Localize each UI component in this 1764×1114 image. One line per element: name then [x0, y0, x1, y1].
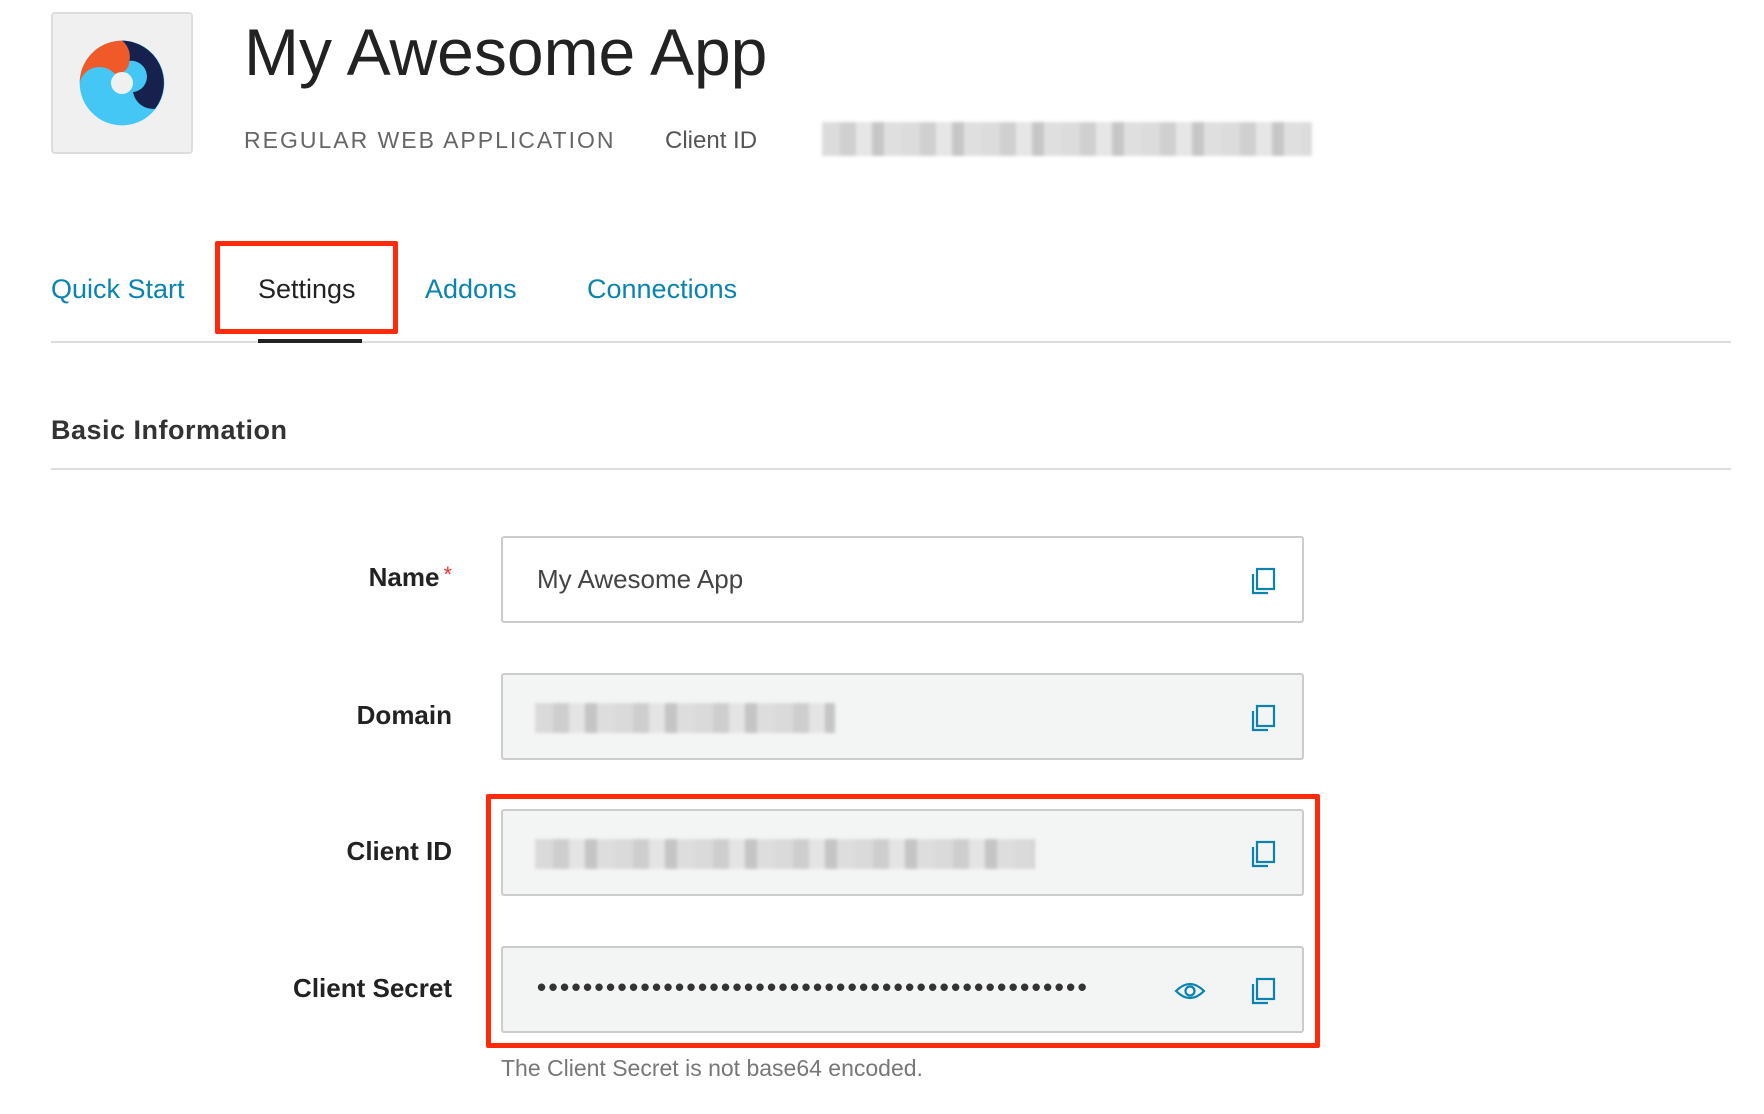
app-logo	[51, 12, 193, 154]
app-type: REGULAR WEB APPLICATION	[244, 127, 616, 153]
tab-quick-start[interactable]: Quick Start	[51, 274, 185, 305]
tab-addons[interactable]: Addons	[425, 274, 517, 305]
section-title: Basic Information	[51, 415, 288, 445]
name-label-text: Name	[368, 562, 440, 592]
section-divider	[51, 468, 1731, 470]
client-secret-helper-text: The Client Secret is not base64 encoded.	[501, 1055, 923, 1081]
domain-field[interactable]	[501, 673, 1304, 760]
domain-label: Domain	[356, 700, 452, 730]
copy-icon[interactable]	[1246, 564, 1280, 598]
domain-value-redacted	[535, 703, 835, 733]
copy-icon[interactable]	[1246, 701, 1280, 735]
highlight-credentials	[486, 794, 1320, 1048]
name-input-value[interactable]: My Awesome App	[537, 564, 743, 595]
tab-connections[interactable]: Connections	[587, 274, 737, 305]
required-mark: *	[443, 562, 452, 587]
app-logo-icon	[79, 40, 165, 126]
app-title: My Awesome App	[244, 15, 768, 89]
highlight-settings-tab	[215, 241, 398, 334]
active-tab-indicator	[258, 339, 362, 343]
name-label: Name *	[369, 562, 452, 593]
client-id-field-label: Client ID	[346, 836, 452, 866]
client-secret-label: Client Secret	[293, 973, 452, 1003]
client-id-label: Client ID	[665, 127, 758, 154]
client-id-value-redacted	[822, 122, 1312, 156]
name-field[interactable]: My Awesome App	[501, 536, 1304, 623]
